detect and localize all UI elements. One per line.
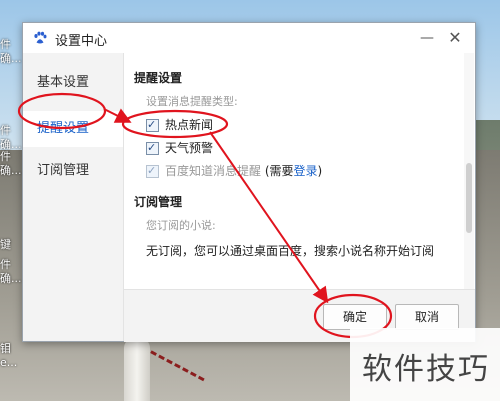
reminder-section-title: 提醒设置 <box>134 71 183 85</box>
login-note-prefix: (需要 <box>261 164 294 178</box>
checkbox-zhidao-reminder: 百度知道消息提醒 (需要登录) <box>146 163 322 179</box>
sidebar-item-basic[interactable]: 基本设置 <box>23 65 123 101</box>
desktop-label[interactable]: 钼 <box>0 342 11 356</box>
cancel-button[interactable]: 取消 <box>395 304 459 330</box>
subscription-empty-text: 无订阅，您可以通过桌面百度，搜索小说名称开始订阅 <box>146 244 435 258</box>
desktop-label[interactable]: e... <box>0 356 17 370</box>
sidebar-item-subscription[interactable]: 订阅管理 <box>23 153 123 189</box>
checkbox-label: 天气预警 <box>165 141 214 155</box>
settings-dialog: 设置中心 — ✕ 基本设置 提醒设置 订阅管理 提醒设置 设置消息提醒类型: 热… <box>22 22 476 342</box>
close-icon[interactable]: ✕ <box>445 28 465 48</box>
settings-sidebar: 基本设置 提醒设置 订阅管理 <box>23 53 124 341</box>
ok-button[interactable]: 确定 <box>323 304 387 330</box>
reminder-subtitle: 设置消息提醒类型: <box>146 95 238 108</box>
watermark-text: 软件技巧 <box>362 352 490 387</box>
desktop-label[interactable]: 确... <box>0 52 22 66</box>
desktop-label[interactable]: 件 <box>0 150 11 164</box>
minimize-icon[interactable]: — <box>417 28 437 48</box>
dialog-titlebar[interactable]: 设置中心 — ✕ <box>23 23 475 53</box>
checkbox-label: 百度知道消息提醒 <box>165 164 262 178</box>
desktop-label[interactable]: 键 <box>0 238 11 252</box>
baidu-paw-icon <box>34 31 47 44</box>
subscription-subtitle: 您订阅的小说: <box>146 219 216 232</box>
settings-content: 提醒设置 设置消息提醒类型: 热点新闻 天气预警 百度知道消息提醒 (需要登录)… <box>124 53 464 289</box>
desktop-label[interactable]: 件 <box>0 38 11 52</box>
checkbox-check-icon[interactable] <box>146 117 159 133</box>
desktop-label[interactable]: 确... <box>0 272 22 286</box>
checkbox-check-icon <box>146 163 159 179</box>
desktop-label[interactable]: 件 <box>0 124 11 138</box>
sidebar-item-reminder[interactable]: 提醒设置 <box>23 111 123 147</box>
scrollbar-thumb[interactable] <box>466 163 472 233</box>
checkbox-check-icon[interactable] <box>146 140 159 156</box>
desktop-post <box>124 338 150 401</box>
watermark: 软件技巧 <box>350 328 500 401</box>
checkbox-weather-alert[interactable]: 天气预警 <box>146 140 213 156</box>
desktop-label[interactable]: 件 <box>0 258 11 272</box>
content-scrollbar[interactable] <box>464 53 474 289</box>
checkbox-hot-news[interactable]: 热点新闻 <box>146 117 213 133</box>
login-note-suffix: ) <box>317 164 323 178</box>
subscription-section-title: 订阅管理 <box>134 195 183 209</box>
desktop-label[interactable]: 确... <box>0 164 22 178</box>
checkbox-label: 热点新闻 <box>165 118 214 132</box>
login-link[interactable]: 登录 <box>294 164 318 178</box>
dialog-title: 设置中心 <box>55 34 108 49</box>
